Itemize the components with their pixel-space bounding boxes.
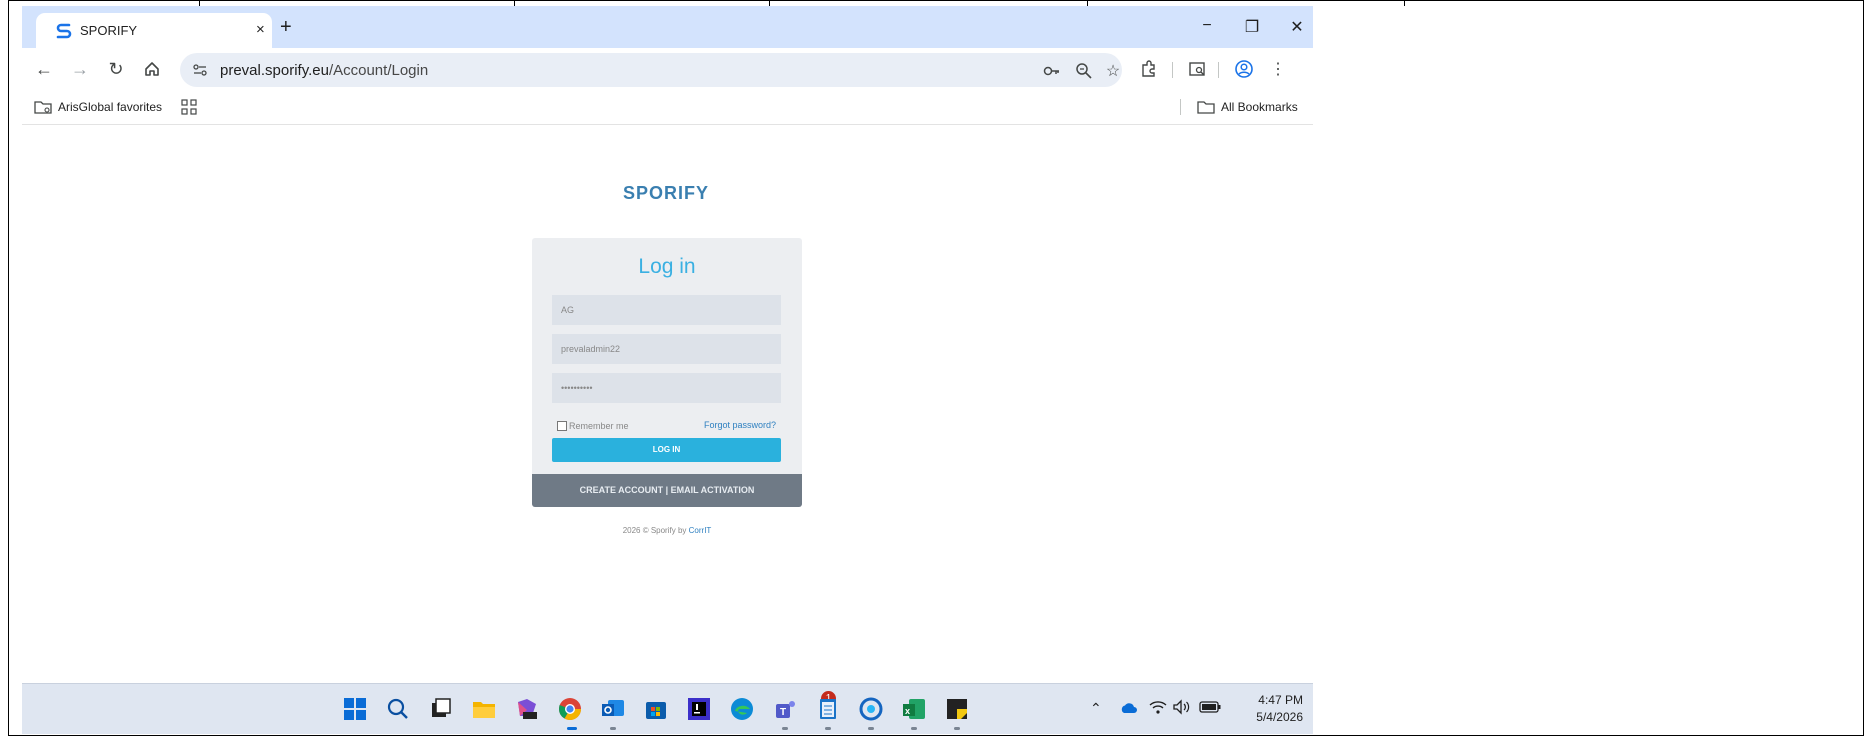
- login-title: Log in: [638, 255, 696, 278]
- app-running-indicator: [782, 727, 788, 730]
- battery-icon[interactable]: [1199, 701, 1221, 713]
- folder-icon: [1197, 101, 1215, 114]
- toolbar-separator: [1218, 62, 1219, 78]
- restore-button[interactable]: ❐: [1242, 17, 1262, 37]
- app-running-indicator: [911, 727, 917, 730]
- password-input[interactable]: ••••••••••: [552, 373, 781, 403]
- windows-taskbar: T 1 x ⌃ 4:47 PM 5/4/2026: [22, 683, 1313, 734]
- profile-avatar-icon[interactable]: [1234, 59, 1254, 79]
- address-bar[interactable]: preval.sporify.eu/Account/Login ☆: [180, 53, 1122, 87]
- url-path: /Account/Login: [328, 62, 429, 79]
- apps-grid-icon[interactable]: [181, 99, 197, 115]
- site-info-icon[interactable]: [192, 62, 208, 78]
- url-host: preval.sporify.eu: [220, 62, 329, 79]
- desktop-screen: SPORIFY × + − ❐ ✕ ← → ↻ preval.sporify.e…: [22, 6, 1313, 734]
- app-running-indicator: [610, 727, 616, 730]
- windows-start-icon[interactable]: [342, 696, 368, 722]
- forward-icon[interactable]: →: [70, 59, 90, 79]
- microsoft-store-icon[interactable]: [643, 696, 669, 722]
- home-icon[interactable]: [142, 59, 162, 79]
- teams-icon[interactable]: T: [772, 696, 798, 722]
- remember-me-checkbox[interactable]: [557, 421, 567, 431]
- task-view-icon[interactable]: [428, 696, 454, 722]
- volume-icon[interactable]: [1172, 699, 1192, 715]
- tab-strip: SPORIFY × + − ❐ ✕: [22, 6, 1313, 48]
- app-running-indicator: [868, 727, 874, 730]
- bookmark-star-icon[interactable]: ☆: [1103, 61, 1123, 81]
- corrit-link[interactable]: CorrIT: [689, 526, 712, 535]
- sporify-logo: SPORIFY: [623, 182, 715, 204]
- tenant-input[interactable]: AG: [552, 295, 781, 325]
- page-footer: 2026 © Sporify by CorrIT: [532, 526, 802, 535]
- intellij-icon[interactable]: [686, 696, 712, 722]
- login-button[interactable]: LOG IN: [552, 438, 781, 462]
- extensions-icon[interactable]: [1139, 59, 1159, 79]
- app-running-indicator: [825, 727, 831, 730]
- tab-title: SPORIFY: [80, 23, 138, 38]
- bookmarks-bar: ArisGlobal favorites All Bookmarks: [22, 90, 1313, 125]
- bookmark-folder-label: ArisGlobal favorites: [58, 100, 163, 114]
- reload-icon[interactable]: ↻: [106, 59, 126, 79]
- browser-tab[interactable]: SPORIFY ×: [36, 13, 272, 48]
- login-card: Log in AG prevaladmin22 •••••••••• Remem…: [532, 238, 802, 507]
- notepad-icon[interactable]: [815, 696, 841, 722]
- chrome-icon[interactable]: [557, 696, 583, 722]
- wifi-icon[interactable]: [1149, 699, 1167, 715]
- reading-mode-icon[interactable]: [1187, 59, 1207, 79]
- remember-me[interactable]: Remember me: [557, 421, 629, 431]
- excel-icon[interactable]: x: [901, 696, 927, 722]
- outlook-icon[interactable]: [600, 696, 626, 722]
- password-key-icon[interactable]: [1042, 61, 1062, 81]
- forgot-password-link[interactable]: Forgot password?: [704, 420, 776, 430]
- taskbar-clock[interactable]: 4:47 PM 5/4/2026: [1247, 692, 1303, 726]
- minimize-button[interactable]: −: [1197, 17, 1217, 35]
- search-icon[interactable]: [385, 696, 411, 722]
- web-page: SPORIFY Log in AG prevaladmin22 ••••••••…: [22, 125, 1313, 683]
- sporify-logo-image: SPORIFY: [623, 183, 709, 203]
- edge-icon[interactable]: [729, 696, 755, 722]
- logo-text: SPORIFY: [623, 183, 709, 203]
- remember-me-label: Remember me: [569, 421, 629, 431]
- tray-overflow-chevron-icon[interactable]: ⌃: [1090, 700, 1102, 717]
- m365-copilot-icon[interactable]: [514, 696, 540, 722]
- close-window-button[interactable]: ✕: [1287, 17, 1307, 37]
- all-bookmarks-label: All Bookmarks: [1221, 100, 1298, 114]
- file-explorer-icon[interactable]: [471, 696, 497, 722]
- bookmark-folder-arisglobal[interactable]: ArisGlobal favorites: [34, 99, 162, 115]
- app-running-indicator: [954, 727, 960, 730]
- toolbar-separator: [1172, 62, 1173, 78]
- create-account-button[interactable]: CREATE ACCOUNT | EMAIL ACTIVATION: [532, 474, 802, 507]
- folder-managed-icon: [34, 101, 52, 114]
- sporify-favicon-icon: [56, 23, 72, 39]
- footer-copyright: 2026 © Sporify by: [622, 526, 687, 535]
- clock-time: 4:47 PM: [1258, 693, 1303, 707]
- active-app-indicator: [567, 727, 577, 730]
- clock-date: 5/4/2026: [1256, 710, 1303, 724]
- zoom-icon[interactable]: [1074, 61, 1094, 81]
- bookmarks-separator: [1180, 99, 1181, 115]
- username-input[interactable]: prevaladmin22: [552, 334, 781, 364]
- grid-divider: [1404, 1, 1405, 6]
- edge-dev-icon[interactable]: [858, 696, 884, 722]
- browser-toolbar: ← → ↻ preval.sporify.eu/Account/Login ☆ …: [22, 48, 1313, 90]
- url-text[interactable]: preval.sporify.eu/Account/Login: [220, 62, 428, 79]
- svg-text:x: x: [905, 706, 910, 716]
- back-icon[interactable]: ←: [34, 59, 54, 79]
- onedrive-icon[interactable]: [1120, 701, 1138, 715]
- tab-close-icon[interactable]: ×: [256, 21, 265, 38]
- sticky-notes-icon[interactable]: [944, 696, 970, 722]
- menu-kebab-icon[interactable]: ⋮: [1268, 59, 1288, 79]
- all-bookmarks-button[interactable]: All Bookmarks: [1197, 99, 1298, 115]
- svg-text:T: T: [780, 707, 786, 718]
- new-tab-button[interactable]: +: [280, 16, 292, 39]
